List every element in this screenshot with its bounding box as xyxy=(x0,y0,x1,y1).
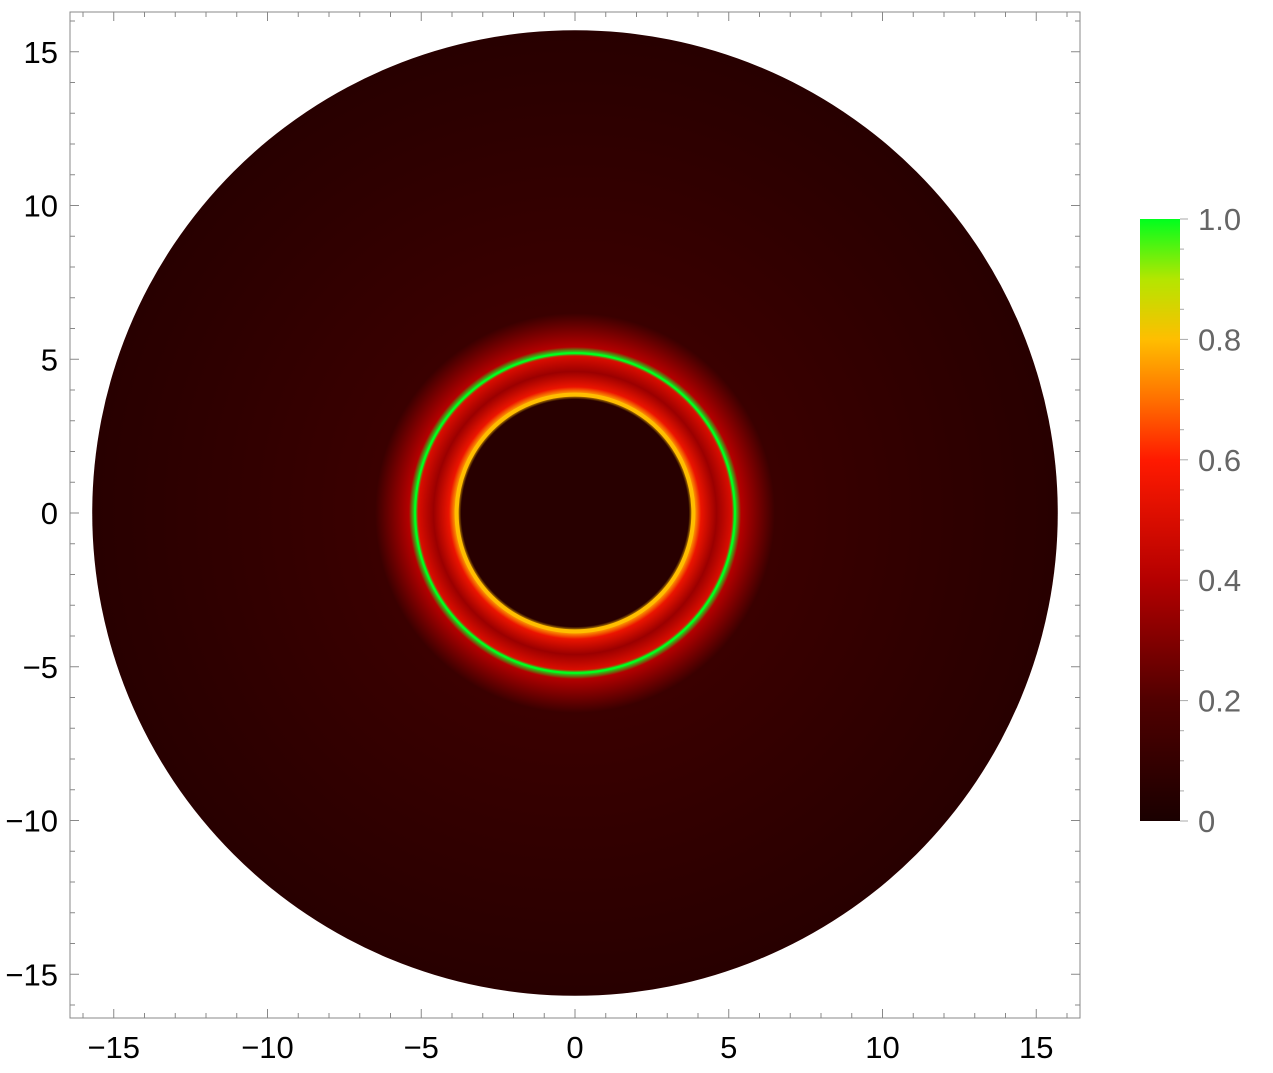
emission-disk xyxy=(92,30,1058,996)
x-tick-label: 5 xyxy=(720,1030,737,1065)
heatmap-chart: −15 −10 −5 0 5 10 15 −15 −10 −5 0 5 10 15 0 0.2 0.4 0.6… xyxy=(5,11,1241,1065)
colorbar-ticks: 0 0.2 0.4 0.6 0.8 1.0 xyxy=(1180,202,1241,839)
y-tick-label: 15 xyxy=(24,35,58,70)
y-tick-label: 10 xyxy=(24,189,58,224)
colorbar-tick-label: 0.2 xyxy=(1198,684,1241,719)
colorbar-tick-label: 0.4 xyxy=(1198,563,1241,598)
colorbar-tick-label: 0 xyxy=(1198,804,1215,839)
colorbar-tick-label: 0.6 xyxy=(1198,443,1241,478)
x-tick-label: 15 xyxy=(1019,1030,1053,1065)
x-tick-label: 0 xyxy=(566,1030,583,1065)
y-tick-label: −10 xyxy=(5,804,58,839)
x-tick-label: −10 xyxy=(241,1030,294,1065)
colorbar: 0 0.2 0.4 0.6 0.8 1.0 xyxy=(1140,202,1241,839)
x-tick-label: −5 xyxy=(404,1030,439,1065)
colorbar-tick-label: 0.8 xyxy=(1198,322,1241,357)
x-tick-label: −15 xyxy=(87,1030,140,1065)
y-tick-label: −15 xyxy=(5,957,58,992)
y-tick-label: −5 xyxy=(23,650,58,685)
x-tick-label: 10 xyxy=(865,1030,899,1065)
y-tick-label: 0 xyxy=(41,496,58,531)
plot-area xyxy=(92,30,1058,996)
colorbar-tick-label: 1.0 xyxy=(1198,202,1241,237)
colorbar-gradient xyxy=(1140,219,1180,821)
y-tick-label: 5 xyxy=(41,342,58,377)
